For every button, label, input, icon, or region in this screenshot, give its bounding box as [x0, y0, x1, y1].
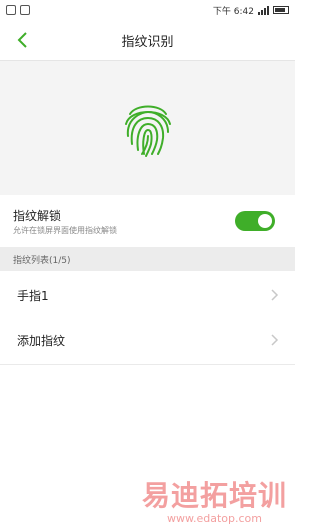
fingerprint-list-header: 指纹列表(1/5) [0, 247, 295, 271]
watermark-title: 易迪拓培训 [141, 479, 287, 512]
fingerprint-unlock-row: 指纹解锁 允许在锁屏界面使用指纹解锁 [0, 195, 295, 247]
battery-icon [273, 6, 289, 14]
status-left [0, 5, 30, 15]
list-item-add-fingerprint[interactable]: 添加指纹 [0, 316, 295, 365]
image-icon [20, 5, 30, 15]
chevron-right-icon [271, 334, 279, 346]
signal-icon [258, 5, 269, 15]
fingerprint-unlock-title: 指纹解锁 [13, 209, 62, 223]
toggle-knob [258, 214, 272, 228]
status-time: 下午 6:42 [212, 6, 254, 17]
back-button[interactable] [8, 20, 36, 60]
list-item-label: 添加指纹 [17, 334, 66, 348]
chevron-right-icon [271, 289, 279, 301]
back-arrow-icon [17, 32, 27, 48]
app-header: 指纹识别 [0, 20, 295, 61]
watermark: 易迪拓培训 www.edatop.com [142, 474, 287, 525]
status-right: 下午 6:42 [213, 4, 295, 17]
status-bar: 下午 6:42 [0, 0, 295, 20]
list-item-finger-1[interactable]: 手指1 [0, 271, 295, 320]
fingerprint-icon [124, 105, 171, 157]
list-item-label: 手指1 [17, 289, 49, 303]
page-title: 指纹识别 [121, 34, 174, 50]
fingerprint-unlock-subtitle: 允许在锁屏界面使用指纹解锁 [13, 226, 117, 235]
fingerprint-hero [0, 61, 295, 195]
notification-icon [6, 5, 16, 15]
section-label: 指纹列表(1/5) [13, 255, 71, 266]
fingerprint-unlock-toggle[interactable] [235, 211, 275, 231]
